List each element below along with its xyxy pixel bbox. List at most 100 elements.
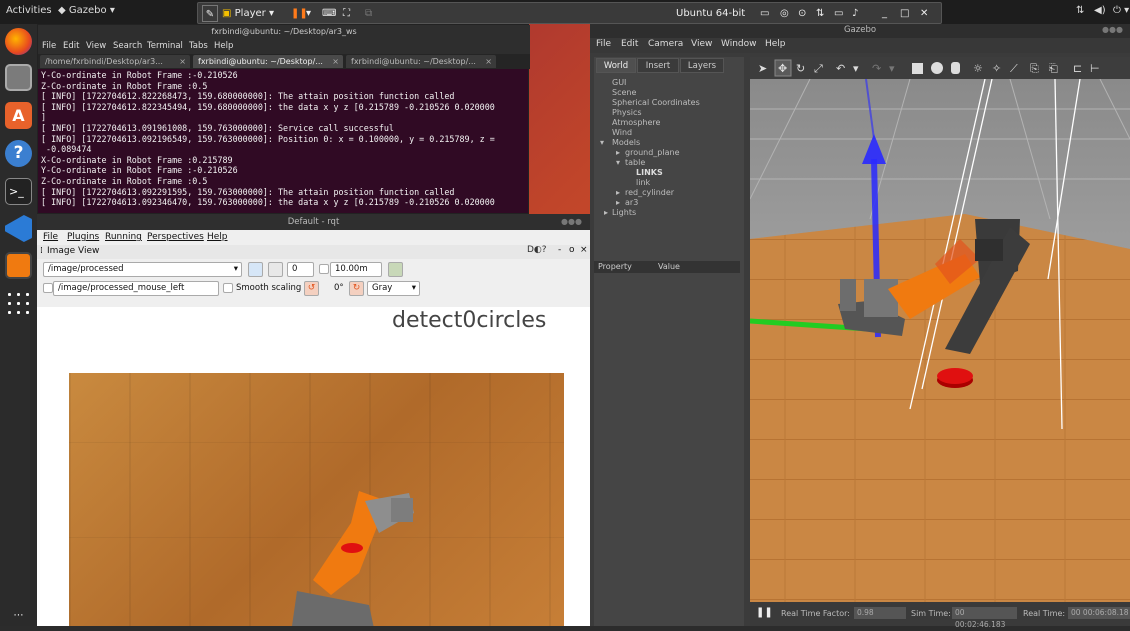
tree-item[interactable]: red_cylinder bbox=[625, 188, 674, 197]
rqt-menu-plugins[interactable]: Plugins bbox=[67, 232, 99, 242]
tree-item[interactable]: ar3 bbox=[625, 198, 638, 207]
settings-icon[interactable]: ⊙ bbox=[798, 5, 806, 22]
window-controls-icon[interactable]: ●●● bbox=[1102, 25, 1123, 34]
directional-light-icon[interactable]: ⟋ bbox=[1010, 62, 1018, 75]
tree-item[interactable]: table bbox=[625, 158, 645, 167]
tree-item[interactable]: Spherical Coordinates bbox=[612, 98, 700, 107]
tree-item[interactable]: LINKS bbox=[636, 168, 663, 177]
tree-item[interactable]: Lights bbox=[612, 208, 636, 217]
cylinder-shape-icon[interactable] bbox=[951, 62, 960, 74]
tab-world[interactable]: World bbox=[596, 58, 636, 73]
rqt-menu-file[interactable]: File bbox=[43, 232, 58, 242]
close-tab-icon[interactable]: × bbox=[332, 55, 339, 68]
tree-collapse-icon[interactable]: ▸ bbox=[616, 188, 620, 197]
close-tab-icon[interactable]: × bbox=[485, 55, 492, 68]
3d-scene-view[interactable] bbox=[750, 79, 1130, 602]
terminal-menu-edit[interactable]: Edit bbox=[63, 41, 79, 51]
tree-collapse-icon[interactable]: ▸ bbox=[616, 198, 620, 207]
activities-button[interactable]: Activities bbox=[6, 5, 52, 16]
terminal-menu-file[interactable]: File bbox=[42, 41, 56, 51]
power-icon[interactable]: ⏻ ▾ bbox=[1113, 5, 1129, 16]
usb-icon[interactable]: ⇅ bbox=[816, 5, 824, 22]
send-ctrl-alt-del-icon[interactable]: ⌨ bbox=[322, 5, 336, 22]
firefox-icon[interactable] bbox=[5, 28, 32, 55]
undo-icon[interactable]: ↶ bbox=[836, 62, 845, 75]
float-icon[interactable]: o bbox=[569, 245, 575, 255]
tree-item[interactable]: Models bbox=[612, 138, 640, 147]
terminal-menu-tabs[interactable]: Tabs bbox=[189, 41, 208, 51]
tree-collapse-icon[interactable]: ▸ bbox=[616, 148, 620, 157]
image-view-canvas[interactable]: detect0circles bbox=[37, 307, 590, 626]
rotate-left-icon[interactable]: ↺ bbox=[304, 281, 319, 296]
tree-item[interactable]: Scene bbox=[612, 88, 636, 97]
show-apps-icon[interactable] bbox=[5, 290, 32, 317]
color-scheme-select[interactable]: Gray ▾ bbox=[367, 281, 420, 296]
terminal-window[interactable]: fxrbindi@ubuntu: ~/Desktop/ar3_ws File E… bbox=[37, 24, 530, 214]
tree-expand-icon[interactable]: ▾ bbox=[616, 158, 620, 167]
pin-icon[interactable]: ✎ bbox=[202, 5, 218, 22]
rotate-right-icon[interactable]: ↻ bbox=[349, 281, 364, 296]
tab-layers[interactable]: Layers bbox=[680, 58, 724, 73]
software-center-icon[interactable]: A bbox=[5, 102, 32, 129]
tree-item[interactable]: Physics bbox=[612, 108, 642, 117]
max-range-spinbox[interactable]: 10.00m bbox=[330, 262, 382, 277]
gz-menu-file[interactable]: File bbox=[596, 39, 611, 49]
app-menu[interactable]: ◆ Gazebo ▾ bbox=[58, 5, 115, 16]
gz-menu-edit[interactable]: Edit bbox=[621, 39, 638, 49]
removable-devices-icon[interactable]: ▭ bbox=[760, 5, 769, 22]
refresh-topics-icon[interactable] bbox=[248, 262, 263, 277]
plugin-controls-icon[interactable]: D◐? bbox=[527, 245, 547, 255]
zoom-spinbox[interactable]: 0 bbox=[287, 262, 314, 277]
terminal-tab[interactable]: /home/fxrbindi/Desktop/ar3... × bbox=[40, 55, 190, 68]
undo-menu-icon[interactable]: ▾ bbox=[853, 62, 859, 75]
rqt-menu-perspectives[interactable]: Perspectives bbox=[147, 232, 204, 242]
mouse-topic-input[interactable]: /image/processed_mouse_left bbox=[53, 281, 219, 296]
maximize-icon[interactable]: □ bbox=[900, 5, 909, 22]
gazebo-window[interactable]: Gazebo ●●● File Edit Camera View Window … bbox=[590, 24, 1130, 629]
rqt-menu-running[interactable]: Running bbox=[105, 232, 142, 242]
network-icon[interactable]: ⇅ bbox=[1076, 5, 1084, 16]
gazebo-icon[interactable] bbox=[5, 252, 32, 279]
spot-light-icon[interactable]: ✧ bbox=[992, 62, 1001, 75]
box-shape-icon[interactable] bbox=[912, 63, 923, 74]
redo-icon[interactable]: ↷ bbox=[872, 62, 881, 75]
topic-select[interactable]: /image/processed ▾ bbox=[43, 262, 242, 277]
close-tab-icon[interactable]: × bbox=[179, 55, 186, 68]
rqt-menu-help[interactable]: Help bbox=[207, 232, 228, 242]
align-icon[interactable]: ⊏ bbox=[1073, 62, 1082, 75]
terminal-menu-help[interactable]: Help bbox=[214, 41, 233, 51]
rotate-mode-icon[interactable]: ↻ bbox=[796, 62, 805, 75]
terminal-menu-view[interactable]: View bbox=[86, 41, 106, 51]
dynamic-range-checkbox[interactable] bbox=[319, 264, 329, 274]
minimize-icon[interactable]: _ bbox=[882, 5, 887, 22]
paste-icon[interactable]: ⎗ bbox=[1049, 62, 1058, 75]
pause-sim-icon[interactable]: ❚❚ bbox=[756, 607, 773, 618]
sound-icon[interactable]: ♪ bbox=[852, 5, 858, 22]
point-light-icon[interactable]: ☼ bbox=[973, 62, 983, 75]
gz-menu-window[interactable]: Window bbox=[721, 39, 757, 49]
fullscreen-icon[interactable]: ⛶ bbox=[343, 5, 350, 22]
cdrom-icon[interactable]: ◎ bbox=[780, 5, 789, 22]
close-plugin-icon[interactable]: × bbox=[580, 245, 588, 255]
unity-icon[interactable]: ⧉ bbox=[365, 5, 372, 22]
gz-menu-view[interactable]: View bbox=[691, 39, 712, 49]
select-mode-icon[interactable]: ➤ bbox=[758, 62, 767, 75]
tab-insert[interactable]: Insert bbox=[637, 58, 679, 73]
tree-item[interactable]: Atmosphere bbox=[612, 118, 660, 127]
tree-expand-icon[interactable]: ▾ bbox=[600, 138, 604, 147]
scale-mode-icon[interactable]: ⤢ bbox=[814, 62, 823, 75]
tree-collapse-icon[interactable]: ▸ bbox=[604, 208, 608, 217]
terminal-tab[interactable]: fxrbindi@ubuntu: ~/Desktop/... × bbox=[193, 55, 343, 68]
snap-icon[interactable]: ⊢ bbox=[1090, 62, 1100, 75]
copy-icon[interactable]: ⎘ bbox=[1030, 62, 1039, 75]
gz-menu-help[interactable]: Help bbox=[765, 39, 786, 49]
smooth-scaling-checkbox[interactable] bbox=[223, 283, 233, 293]
terminal-icon[interactable]: >_ bbox=[5, 178, 32, 205]
sphere-shape-icon[interactable] bbox=[931, 62, 943, 74]
save-image-icon[interactable] bbox=[388, 262, 403, 277]
tree-item[interactable]: Wind bbox=[612, 128, 632, 137]
terminal-output[interactable]: Y-Co-ordinate in Robot Frame :-0.210526 Z… bbox=[41, 70, 527, 213]
vscode-icon[interactable] bbox=[5, 215, 32, 242]
tree-item[interactable]: link bbox=[636, 178, 650, 187]
grip-icon[interactable]: ⁞ bbox=[40, 246, 43, 256]
